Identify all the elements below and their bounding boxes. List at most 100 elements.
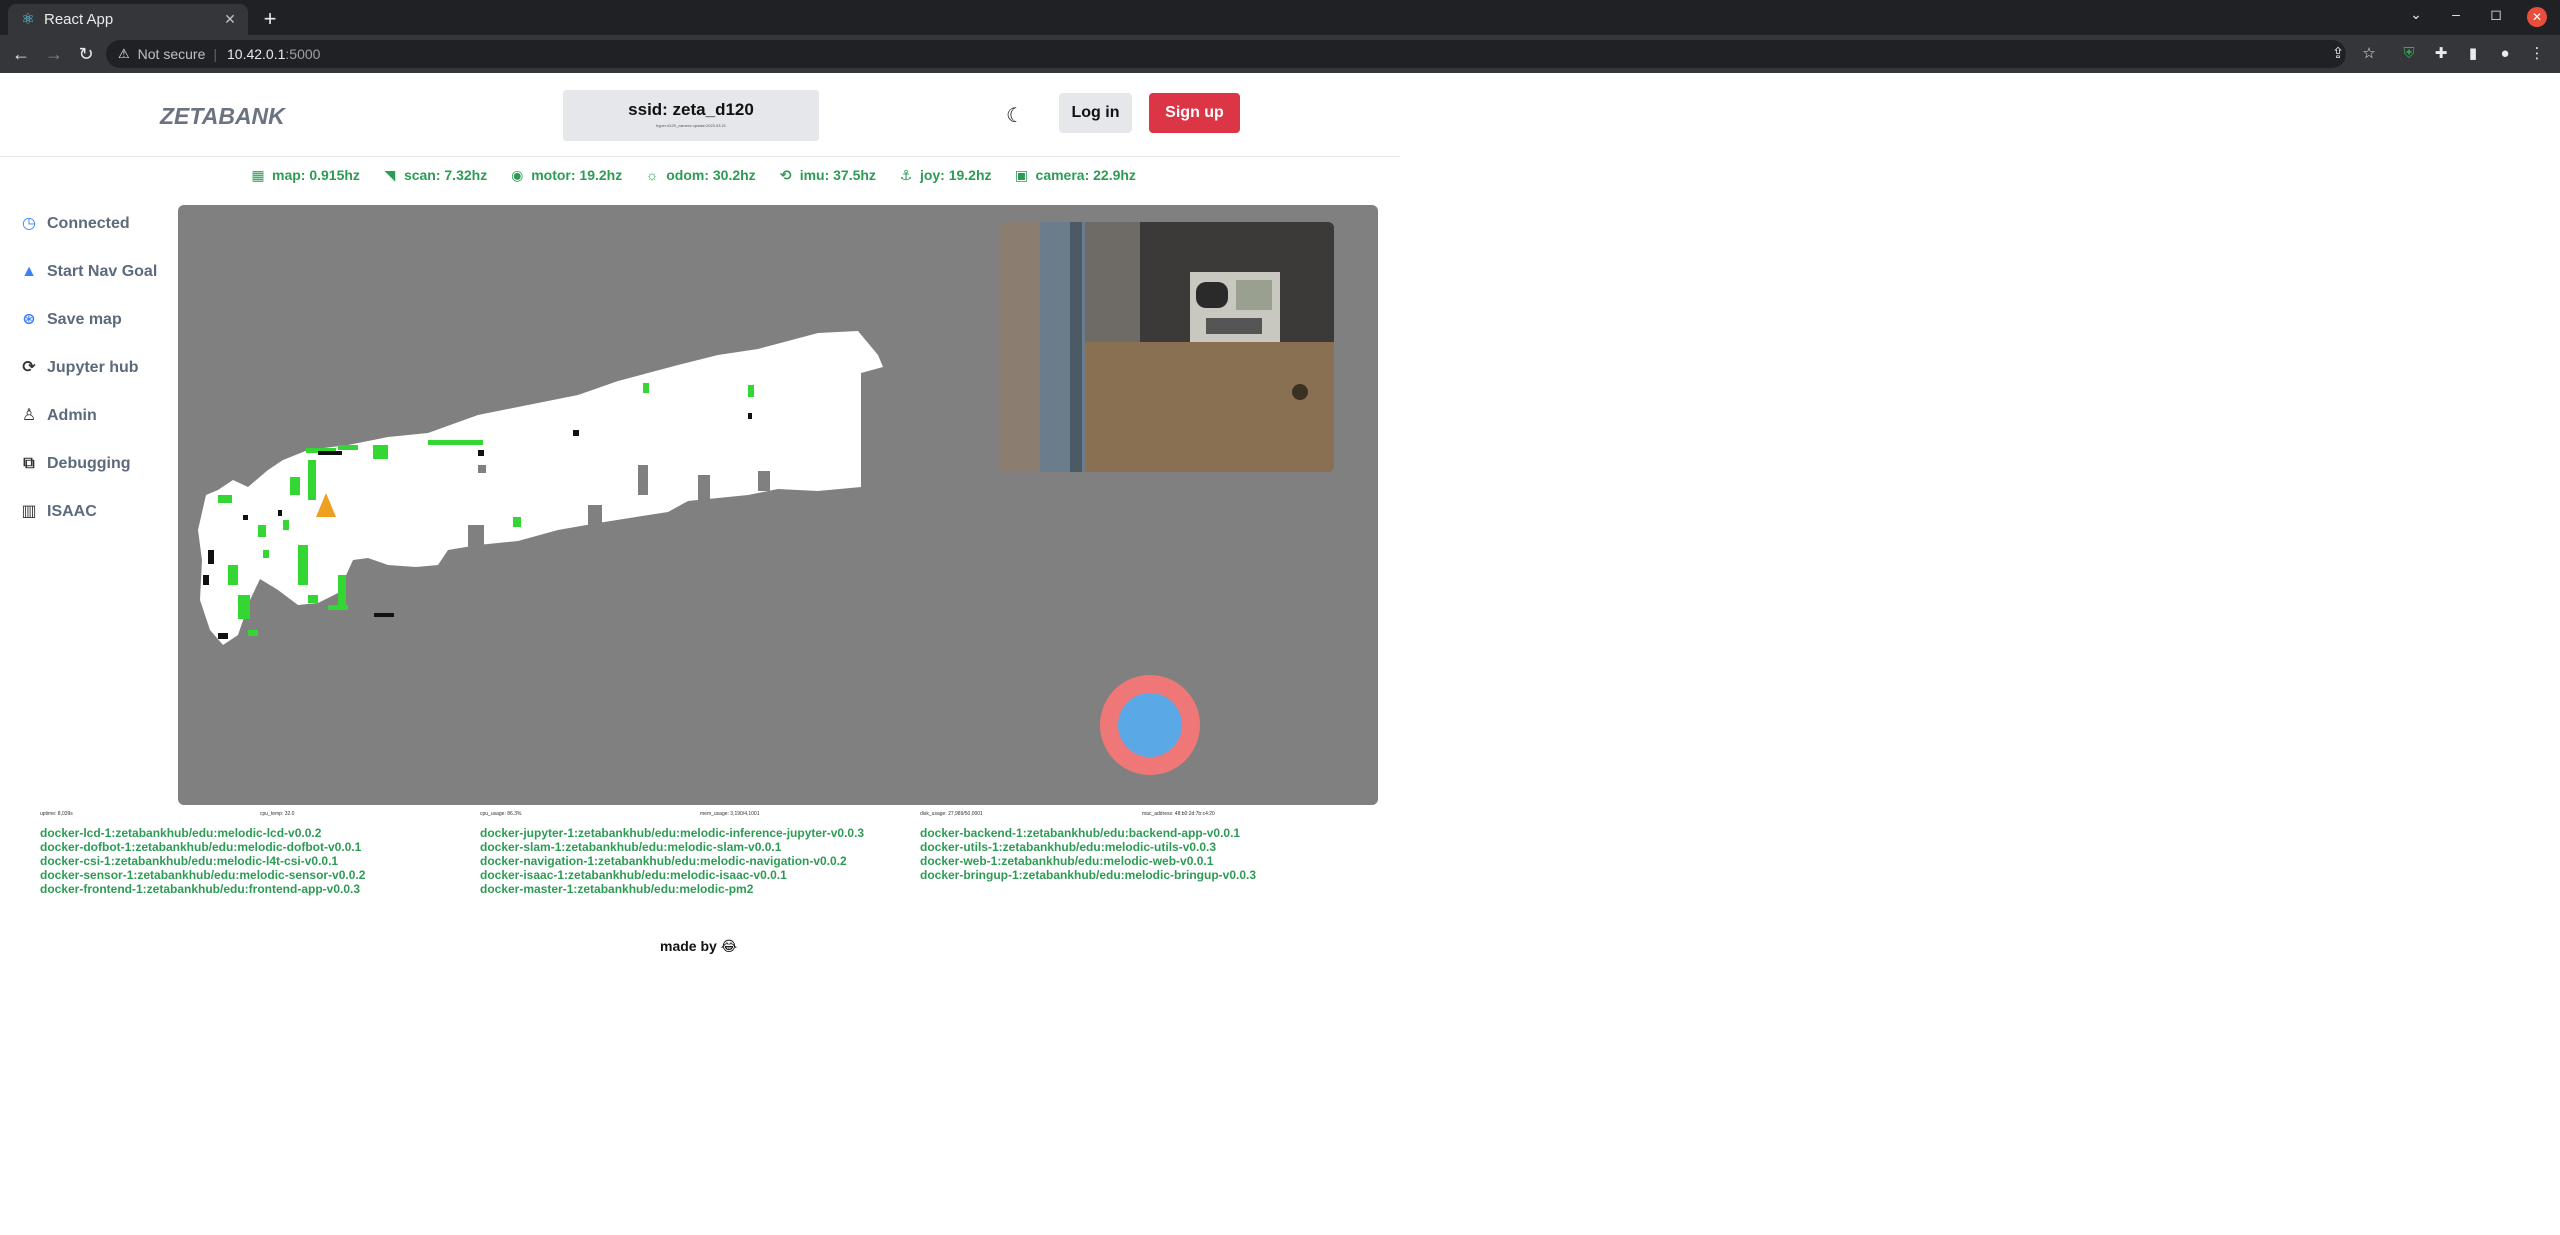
joystick-icon: ⚓ xyxy=(899,167,913,183)
grid-icon: ▦ xyxy=(251,167,265,183)
joystick-knob[interactable] xyxy=(1118,693,1182,757)
docker-list-3: docker-backend-1:zetabankhub/edu:backend… xyxy=(920,826,1256,882)
signup-button[interactable]: Sign up xyxy=(1149,93,1240,133)
made-by-footer: made by 😂 xyxy=(660,938,738,954)
chart-icon: ▥ xyxy=(21,503,37,520)
tab-search-icon[interactable]: ⌄ xyxy=(2402,6,2430,23)
sysinfo-mac-address: mac_address: 48:b0:2d:7b:c4:20 xyxy=(1142,811,1215,817)
list-item: docker-bringup-1:zetabankhub/edu:melodic… xyxy=(920,868,1257,882)
sidebar: ◷ Connected ▲ Start Nav Goal ⊛ Save map ⟳ Ju… xyxy=(20,200,180,536)
list-item: docker-lcd-1:zetabankhub/edu:melodic-lcd… xyxy=(40,826,322,840)
address-toolbar: ← → ↻ ⚠ Not secure | 10.42.0.1:5000 ⇪ ☆ … xyxy=(0,35,2560,73)
sidebar-item-connected[interactable]: ◷ Connected xyxy=(20,200,180,248)
list-item: docker-isaac-1:zetabankhub/edu:melodic-i… xyxy=(480,868,787,882)
forward-icon[interactable]: → xyxy=(43,43,65,65)
side-panel-icon[interactable]: ▮ xyxy=(2462,43,2484,65)
new-tab-button[interactable]: + xyxy=(258,6,282,32)
sidebar-item-label: Jupyter hub xyxy=(47,359,139,376)
react-icon: ⚛ xyxy=(21,10,35,28)
status-odom-label: odom: 30.2hz xyxy=(666,167,756,183)
list-item: docker-csi-1:zetabankhub/edu:melodic-l4t… xyxy=(40,854,339,868)
sidebar-item-isaac[interactable]: ▥ ISAAC xyxy=(20,488,180,536)
browser-tab[interactable]: ⚛ React App ✕ xyxy=(8,4,248,35)
save-map-icon: ⊛ xyxy=(22,311,36,328)
sidebar-item-label: Debugging xyxy=(47,455,131,472)
sidebar-item-label: Admin xyxy=(47,407,97,424)
status-joy-label: joy: 19.2hz xyxy=(919,167,992,183)
ssid-label: ssid: zeta_d120 xyxy=(628,100,754,119)
list-item: docker-backend-1:zetabankhub/edu:backend… xyxy=(920,826,1241,840)
ssid-panel: ssid: zeta_d120 hyper:d120_camera update… xyxy=(563,90,819,141)
status-camera-label: camera: 22.9hz xyxy=(1035,167,1136,183)
extensions-icon[interactable]: ✚ xyxy=(2430,43,2452,65)
restore-button[interactable]: ◻ xyxy=(2482,6,2510,23)
close-window-button[interactable]: ✕ xyxy=(2527,7,2547,27)
minimize-button[interactable]: – xyxy=(2442,6,2470,22)
url-host: 10.42.0.1 xyxy=(227,46,286,62)
sidebar-item-start-nav-goal[interactable]: ▲ Start Nav Goal xyxy=(20,248,180,296)
sidebar-item-admin[interactable]: ♙ Admin xyxy=(20,392,180,440)
camera-image xyxy=(1000,222,1334,472)
list-item: docker-dofbot-1:zetabankhub/edu:melodic-… xyxy=(40,840,362,854)
docker-list-1: docker-lcd-1:zetabankhub/edu:melodic-lcd… xyxy=(40,826,365,896)
moon-icon[interactable]: ☾ xyxy=(1006,103,1024,128)
debug-icon: ⧉ xyxy=(23,455,35,472)
camera-feed xyxy=(1000,222,1334,472)
status-imu-label: imu: 37.5hz xyxy=(799,167,876,183)
profile-icon[interactable]: ● xyxy=(2494,43,2516,65)
sysinfo-cpu-usage: cpu_usage: 86.3% xyxy=(480,811,522,817)
sidebar-item-label: Connected xyxy=(47,215,130,232)
list-item: docker-frontend-1:zetabankhub/edu:fronte… xyxy=(40,882,361,896)
tab-title: React App xyxy=(44,11,114,28)
status-odom: ☼ odom: 30.2hz xyxy=(644,165,756,185)
reload-icon[interactable]: ↻ xyxy=(75,43,97,65)
sysinfo-cpu-temp: cpu_temp: 32.0 xyxy=(260,811,295,817)
login-button[interactable]: Log in xyxy=(1059,93,1132,133)
list-item: docker-jupyter-1:zetabankhub/edu:melodic… xyxy=(480,826,865,840)
list-item: docker-navigation-1:zetabankhub/edu:melo… xyxy=(480,854,847,868)
back-icon[interactable]: ← xyxy=(10,43,32,65)
sidebar-item-save-map[interactable]: ⊛ Save map xyxy=(20,296,180,344)
map-free-space xyxy=(198,331,883,645)
camera-icon: ▣ xyxy=(1014,167,1029,183)
list-item: docker-slam-1:zetabankhub/edu:melodic-sl… xyxy=(480,840,782,854)
app-root: ZETABANK ssid: zeta_d120 hyper:d120_came… xyxy=(0,73,1400,1235)
url-bar[interactable]: ⚠ Not secure | 10.42.0.1:5000 xyxy=(106,40,2346,68)
navigation-icon: ▲ xyxy=(21,263,37,280)
sun-icon: ☼ xyxy=(645,167,659,183)
connected-icon: ◷ xyxy=(22,215,36,232)
sidebar-item-label: Start Nav Goal xyxy=(47,263,158,280)
zetabank-logo[interactable]: ZETABANK xyxy=(160,103,285,130)
sidebar-item-debugging[interactable]: ⧉ Debugging xyxy=(20,440,180,488)
docker-list-2: docker-jupyter-1:zetabankhub/edu:melodic… xyxy=(480,826,864,896)
security-label: Not secure xyxy=(137,46,206,62)
bookmark-star-icon[interactable]: ☆ xyxy=(2358,43,2380,65)
sysinfo-disk-usage: disk_usage: 27,989/50,0001 xyxy=(920,811,983,817)
sysinfo-mem-usage: mem_usage: 3,190/4,1001 xyxy=(700,811,760,817)
url-separator: | xyxy=(213,46,217,62)
list-item: docker-utils-1:zetabankhub/edu:melodic-u… xyxy=(920,840,1217,854)
list-item: docker-master-1:zetabankhub/edu:melodic-… xyxy=(480,882,754,896)
url-port: :5000 xyxy=(285,46,321,62)
status-map-label: map: 0.915hz xyxy=(272,167,360,183)
status-motor: ◉ motor: 19.2hz xyxy=(509,165,622,185)
status-motor-label: motor: 19.2hz xyxy=(531,167,623,183)
motor-icon: ◉ xyxy=(511,167,524,183)
status-camera: ▣ camera: 22.9hz xyxy=(1014,165,1136,185)
sidebar-item-jupyter-hub[interactable]: ⟳ Jupyter hub xyxy=(20,344,180,392)
status-joy: ⚓ joy: 19.2hz xyxy=(898,165,992,185)
sidebar-item-label: ISAAC xyxy=(47,503,97,520)
map-viewport[interactable] xyxy=(178,205,1378,805)
shield-extension-icon[interactable]: ⛨ xyxy=(2398,43,2420,65)
warning-icon: ⚠ xyxy=(118,46,130,61)
status-scan-label: scan: 7.32hz xyxy=(403,167,488,183)
joystick[interactable] xyxy=(1100,675,1200,775)
jupyter-icon: ⟳ xyxy=(22,359,36,376)
menu-icon[interactable]: ⋮ xyxy=(2526,43,2548,65)
close-tab-icon[interactable]: ✕ xyxy=(220,11,240,28)
status-imu: ⟲ imu: 37.5hz xyxy=(778,165,876,185)
ssid-subtext: hyper:d120_camera update:2023.03.21 xyxy=(655,123,727,128)
user-icon: ♙ xyxy=(21,407,37,424)
wifi-icon: ◥ xyxy=(384,167,396,183)
share-icon[interactable]: ⇪ xyxy=(2327,43,2349,65)
